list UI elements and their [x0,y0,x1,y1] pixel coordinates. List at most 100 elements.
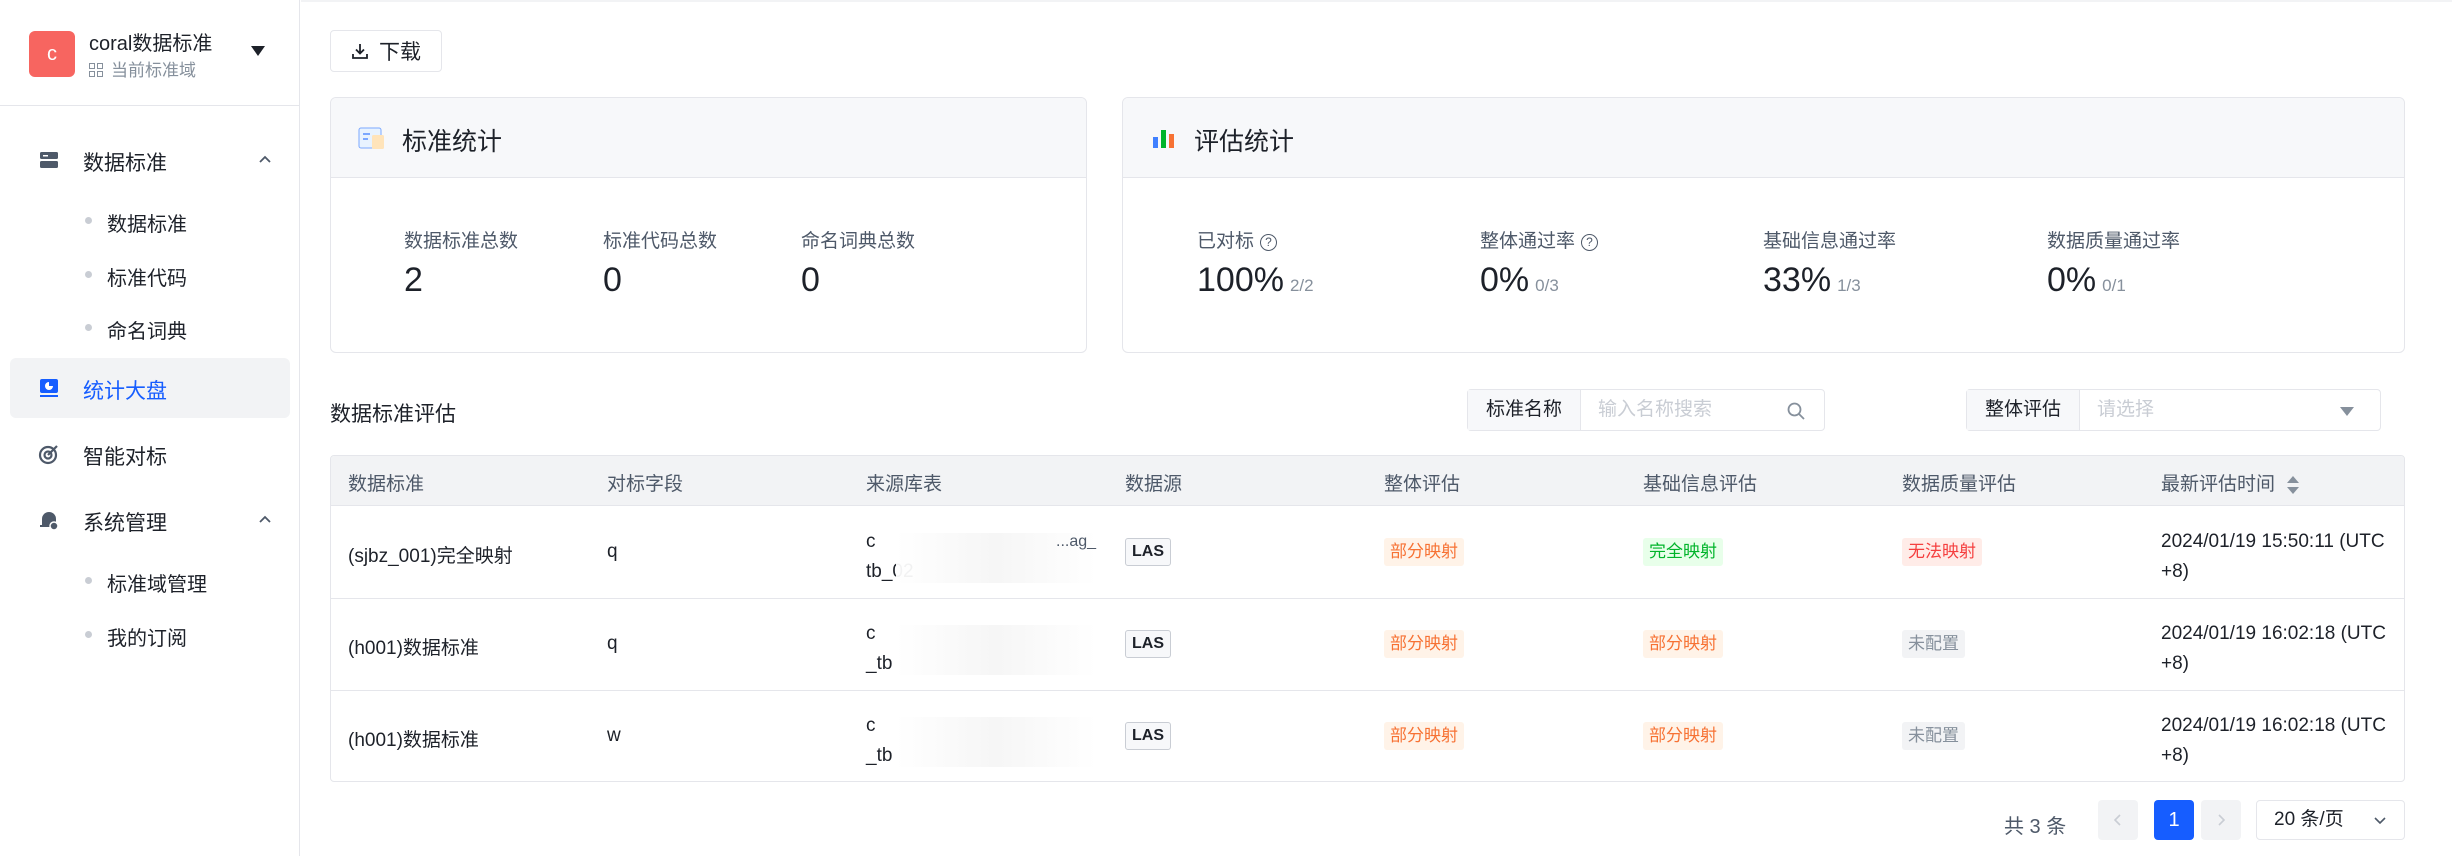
help-icon[interactable]: ? [1260,234,1278,251]
prev-page-button[interactable] [2098,800,2138,840]
stat-label: 数据标准总数 [404,231,519,252]
column-header: 来源库表 [866,474,943,495]
stat-value-text: 33% [1763,261,1832,299]
evaluation-stats-card: 评估统计 已对标? 100% 2/2 整体通过率? 0% 0/3 基础信息通过率 3… [1122,97,2405,353]
cell-standard: (h001)数据标准 [348,730,479,751]
sort-icon[interactable] [2287,475,2300,494]
name-filter: 标准名称 输入名称搜索 [1467,389,1825,431]
column-header: 基础信息评估 [1643,474,1758,495]
card-header: 标准统计 [331,98,1086,178]
help-icon[interactable]: ? [1581,234,1599,251]
stat-label: 已对标? [1197,226,1314,253]
chevron-right-icon [2218,814,2226,826]
workspace-switcher[interactable]: c coral数据标准 当前标准域 [0,0,300,106]
dot [85,324,92,331]
page-button-current[interactable]: 1 [2154,800,2194,840]
status-badge: 部分映射 [1643,630,1723,658]
section-title: 数据标准评估 [330,403,456,426]
stat-value: 2 [404,261,423,299]
stat-label: 命名词典总数 [801,231,916,252]
stat-basic-pass-rate: 基础信息通过率 33% 1/3 [1763,226,1896,300]
evaluation-filter: 整体评估 请选择 [1966,389,2381,431]
stat-value: 0% 0/3 [1480,261,1598,300]
stat-value: 0% 0/1 [2047,261,2180,300]
filter-label: 整体评估 [1967,390,2081,430]
evaluation-select[interactable]: 请选择 [2080,390,2380,430]
nav-smart-match-label: 智能对标 [83,446,167,469]
card-header: 评估统计 [1123,98,2404,178]
stat-quality-pass-rate: 数据质量通过率 0% 0/1 [2047,226,2180,300]
next-page-button[interactable] [2201,800,2241,840]
sidebar-item-my-subscriptions[interactable]: 我的订阅 [0,609,300,659]
workspace-sub-label: 当前标准域 [111,61,196,80]
workspace-name: coral数据标准 [89,33,213,55]
column-header: 整体评估 [1384,474,1461,495]
nav-dashboard[interactable]: 统计大盘 [10,358,290,418]
cell-source-table: c _tb [866,711,1096,771]
time-line-2: +8) [2161,653,2189,674]
nav-system-management-label: 系统管理 [83,512,167,535]
sidebar: c coral数据标准 当前标准域 数据标准 数据标准 标准代码 命名词典 统计… [0,0,300,856]
sidebar-item-label: 数据标准 [107,214,187,236]
stat-total-standards: 数据标准总数 2 [404,226,518,300]
column-header-sortable[interactable]: 最新评估时间 [2161,469,2300,496]
stat-label-text: 整体通过率 [1480,231,1576,252]
sidebar-item-label: 标准代码 [107,268,187,290]
download-button[interactable]: 下载 [330,30,442,72]
stat-label: 基础信息通过率 [1763,231,1897,252]
sidebar-item-domain-management[interactable]: 标准域管理 [0,555,300,605]
nav-system-management[interactable]: 系统管理 [10,490,290,550]
stat-overall-pass-rate: 整体通过率? 0% 0/3 [1480,226,1599,300]
chevron-up-icon[interactable] [258,512,272,526]
sidebar-item-standard-code[interactable]: 标准代码 [0,249,300,299]
workspace-subtitle: 当前标准域 [89,56,196,81]
stat-total-codes: 标准代码总数 0 [603,226,717,300]
cell-source-table: c tb_02 ...ag_ [866,527,1096,587]
status-badge: 未配置 [1902,630,1965,658]
status-badge: 未配置 [1902,722,1965,750]
stat-fraction: 1/3 [1837,276,1861,295]
nav-data-standard-label: 数据标准 [83,152,167,175]
dot [85,217,92,224]
table-row[interactable]: (h001)数据标准 q c _tb LAS 部分映射 部分映射 未配置 202… [331,599,2404,691]
bar-chart-icon [1153,130,1174,148]
column-header: 数据质量评估 [1902,474,2017,495]
top-divider [301,0,2452,2]
caret-down-icon[interactable] [2340,407,2354,416]
caret-down-icon[interactable] [251,46,265,56]
stat-label-text: 已对标 [1197,231,1255,252]
search-input[interactable]: 输入名称搜索 [1581,390,1824,430]
time-line-1: 2024/01/19 16:02:18 (UTC [2161,715,2386,736]
sidebar-item-data-standard[interactable]: 数据标准 [0,195,300,245]
workspace-avatar: c [29,31,75,77]
table-header: 数据标准 对标字段 来源库表 数据源 整体评估 基础信息评估 数据质量评估 最新… [331,456,2404,506]
filter-label: 标准名称 [1468,390,1582,430]
download-icon [352,44,368,59]
chevron-up-icon[interactable] [258,152,272,166]
stat-label: 整体通过率? [1480,226,1599,253]
nav-data-standard[interactable]: 数据标准 [10,130,290,190]
chevron-left-icon [2113,814,2121,826]
sidebar-item-label: 标准域管理 [107,574,207,596]
database-icon [40,152,58,168]
status-badge: 部分映射 [1384,722,1464,750]
cell-standard: (h001)数据标准 [348,638,479,659]
card-title: 评估统计 [1194,128,1295,156]
cell-standard: (sjbz_001)完全映射 [348,546,513,567]
sidebar-item-naming-dictionary[interactable]: 命名词典 [0,302,300,352]
select-placeholder: 请选择 [2097,399,2155,420]
page-size-select[interactable]: 20 条/页 [2256,800,2405,840]
status-badge: 部分映射 [1384,630,1464,658]
stat-value-text: 100% [1197,261,1284,299]
stat-value-text: 0% [2047,261,2097,299]
evaluation-table: 数据标准 对标字段 来源库表 数据源 整体评估 基础信息评估 数据质量评估 最新… [330,455,2405,782]
chevron-down-icon [2374,817,2386,825]
dot [85,631,92,638]
stat-value: 0 [603,261,622,299]
table-row[interactable]: (sjbz_001)完全映射 q c tb_02 ...ag_ LAS 部分映射… [331,507,2404,599]
time-line-2: +8) [2161,745,2189,766]
document-chart-icon [358,127,384,149]
table-row[interactable]: (h001)数据标准 w c _tb LAS 部分映射 部分映射 未配置 202… [331,691,2404,781]
search-icon[interactable] [1786,401,1806,421]
nav-smart-match[interactable]: 智能对标 [10,424,290,484]
